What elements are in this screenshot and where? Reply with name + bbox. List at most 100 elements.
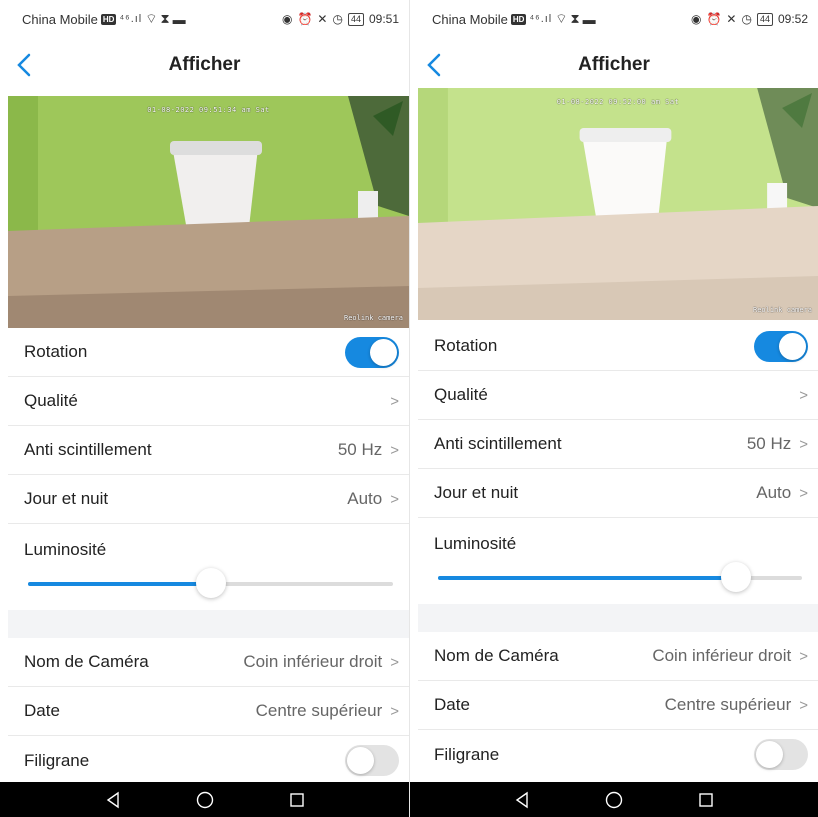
antiflicker-row[interactable]: Anti scintillement 50 Hz >: [8, 426, 409, 475]
date-label: Date: [434, 695, 470, 714]
clock-icon: ◷: [741, 12, 752, 26]
chevron-right-icon: >: [799, 696, 808, 714]
chevron-right-icon: >: [390, 392, 399, 410]
brightness-section: Luminosité: [8, 524, 409, 610]
brightness-slider[interactable]: [438, 562, 802, 592]
nav-bar: Afficher: [410, 40, 818, 90]
date-overlay: 01-08-2022 09:52:00 am Sat: [556, 98, 680, 106]
eye-icon: ◉: [690, 12, 702, 26]
chevron-right-icon: >: [390, 441, 399, 459]
signal-icon: ⁴⁶.ıl: [119, 13, 143, 25]
chevron-right-icon: >: [390, 702, 399, 720]
date-overlay: 01-08-2022 09:51:34 am Sat: [147, 106, 270, 114]
toggle-knob: [370, 338, 397, 366]
slider-thumb[interactable]: [195, 568, 226, 598]
system-nav-bar: [0, 782, 409, 817]
chevron-right-icon: >: [390, 653, 399, 671]
alarm-icon: ⏰: [297, 12, 313, 26]
date-label: Date: [24, 701, 60, 720]
status-time: 09:52: [777, 12, 808, 26]
camera-name-overlay: Reolink camera: [343, 314, 403, 322]
wifi-icon: ⌔: [555, 11, 568, 26]
chevron-right-icon: >: [390, 490, 399, 508]
system-recents-button[interactable]: [286, 789, 308, 811]
chevron-right-icon: >: [799, 484, 808, 502]
nav-bar: Afficher: [0, 40, 409, 90]
slider-thumb[interactable]: [721, 562, 752, 592]
quality-row[interactable]: Qualité >: [418, 371, 818, 420]
date-value: Centre supérieur: [664, 695, 792, 714]
rotation-row: Rotation: [418, 322, 818, 371]
system-nav-bar: [410, 782, 818, 817]
system-home-button[interactable]: [194, 789, 216, 811]
antiflicker-row[interactable]: Anti scintillement 50 Hz >: [418, 420, 818, 469]
phone-screen-left: China Mobile HD ⁴⁶.ıl ⌔ ⧗ ▬ ◉ ⏰ ✕ ◷ 44 0…: [0, 0, 409, 817]
quality-row[interactable]: Qualité >: [8, 377, 409, 426]
camera-name-row[interactable]: Nom de Caméra Coin inférieur droit >: [418, 632, 818, 681]
signal-icon: ⁴⁶.ıl: [529, 13, 553, 25]
antiflicker-value: 50 Hz: [746, 434, 792, 453]
antiflicker-value: 50 Hz: [337, 440, 383, 459]
quality-label: Qualité: [24, 391, 78, 410]
mute-icon: ✕: [317, 12, 328, 26]
toggle-knob: [347, 747, 374, 774]
date-value: Centre supérieur: [255, 701, 383, 720]
date-row[interactable]: Date Centre supérieur >: [418, 681, 818, 730]
chevron-left-icon: [17, 53, 31, 77]
page-title: Afficher: [168, 54, 241, 75]
eye-icon: ◉: [281, 12, 293, 26]
rotation-label: Rotation: [24, 342, 88, 361]
rotation-toggle[interactable]: [754, 330, 808, 362]
page-title: Afficher: [578, 54, 650, 75]
system-back-button[interactable]: [102, 789, 124, 811]
daynight-row[interactable]: Jour et nuit Auto >: [8, 475, 409, 524]
battery-icon: 44: [347, 12, 364, 26]
mute-icon: ✕: [726, 12, 737, 26]
brightness-label: Luminosité: [24, 540, 107, 559]
message-icon: ▬: [172, 11, 186, 27]
date-row[interactable]: Date Centre supérieur >: [8, 687, 409, 736]
camera-name-value: Coin inférieur droit: [652, 646, 792, 665]
message-icon: ▬: [582, 11, 596, 27]
daynight-row[interactable]: Jour et nuit Auto >: [418, 469, 818, 518]
watermark-row: Filigrane: [8, 736, 409, 785]
comparison-view: China Mobile HD ⁴⁶.ıl ⌔ ⧗ ▬ ◉ ⏰ ✕ ◷ 44 0…: [0, 0, 818, 817]
alarm-icon: ⏰: [706, 12, 722, 26]
watermark-toggle[interactable]: [754, 739, 808, 770]
brightness-label: Luminosité: [434, 534, 517, 553]
rotation-toggle[interactable]: [345, 336, 399, 368]
brightness-slider[interactable]: [28, 568, 393, 598]
status-time: 09:51: [368, 12, 399, 26]
camera-name-row[interactable]: Nom de Caméra Coin inférieur droit >: [8, 638, 409, 687]
home-icon: [196, 791, 213, 808]
back-button[interactable]: [10, 50, 40, 80]
chevron-right-icon: >: [799, 386, 808, 404]
camera-preview[interactable]: 01-08-2022 09:52:00 am Sat Reolink camer…: [418, 88, 818, 320]
carrier-name: China Mobile: [432, 11, 508, 27]
status-bar: China Mobile HD ⁴⁶.ıl ⌔ ⧗ ▬ ◉ ⏰ ✕ ◷ 44 0…: [0, 0, 409, 38]
watermark-label: Filigrane: [24, 750, 90, 770]
system-home-button[interactable]: [603, 789, 625, 811]
rotation-label: Rotation: [434, 336, 498, 355]
recents-icon: [699, 792, 713, 807]
rotation-row: Rotation: [8, 328, 409, 377]
battery-icon: 44: [756, 12, 773, 26]
hd-icon: HD: [510, 13, 527, 25]
quality-label: Qualité: [434, 385, 488, 404]
daynight-value: Auto: [756, 483, 792, 502]
section-divider: [418, 604, 818, 632]
preview-image: [8, 96, 409, 328]
system-back-button[interactable]: [511, 789, 533, 811]
phone-screen-right: China Mobile HD ⁴⁶.ıl ⌔ ⧗ ▬ ◉ ⏰ ✕ ◷ 44 0…: [409, 0, 818, 817]
slider-fill: [438, 576, 737, 580]
system-recents-button[interactable]: [695, 789, 717, 811]
hourglass-icon: ⧗: [160, 11, 170, 26]
settings-list: Rotation Qualité > Anti scintillement 50…: [8, 328, 409, 785]
recents-icon: [289, 792, 304, 807]
camera-name-label: Nom de Caméra: [24, 652, 149, 671]
chevron-left-icon: [427, 53, 441, 77]
brightness-section: Luminosité: [418, 518, 818, 604]
camera-preview[interactable]: 01-08-2022 09:51:34 am Sat Reolink camer…: [8, 96, 409, 328]
watermark-toggle[interactable]: [345, 745, 399, 776]
back-button[interactable]: [420, 50, 450, 80]
